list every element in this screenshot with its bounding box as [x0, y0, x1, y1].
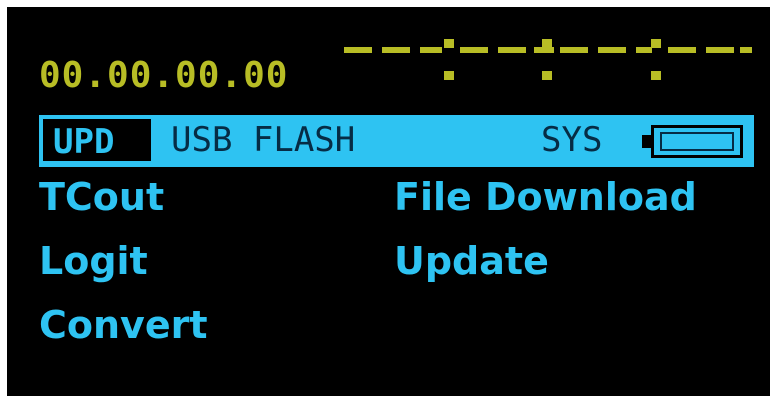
menu-item-update[interactable]: Update	[394, 239, 549, 283]
system-label: SYS	[541, 120, 603, 160]
battery-level	[660, 132, 734, 151]
battery-icon	[651, 125, 743, 158]
menu-item-file-download[interactable]: File Download	[394, 175, 697, 219]
dashed-status-indicator	[344, 39, 752, 80]
menu-item-tcout[interactable]: TCout	[39, 175, 164, 219]
mode-label: UPD	[53, 122, 115, 162]
oled-display: 00.00.00.00 UPD USB FLASH SYS TCout Logi…	[7, 7, 770, 396]
timecode-display: 00.00.00.00	[39, 55, 289, 96]
header-bar: UPD USB FLASH SYS	[39, 115, 754, 167]
mode-indicator: UPD	[41, 117, 153, 163]
menu-item-convert[interactable]: Convert	[39, 303, 208, 347]
menu-item-logit[interactable]: Logit	[39, 239, 148, 283]
device-label: USB FLASH	[171, 120, 356, 160]
